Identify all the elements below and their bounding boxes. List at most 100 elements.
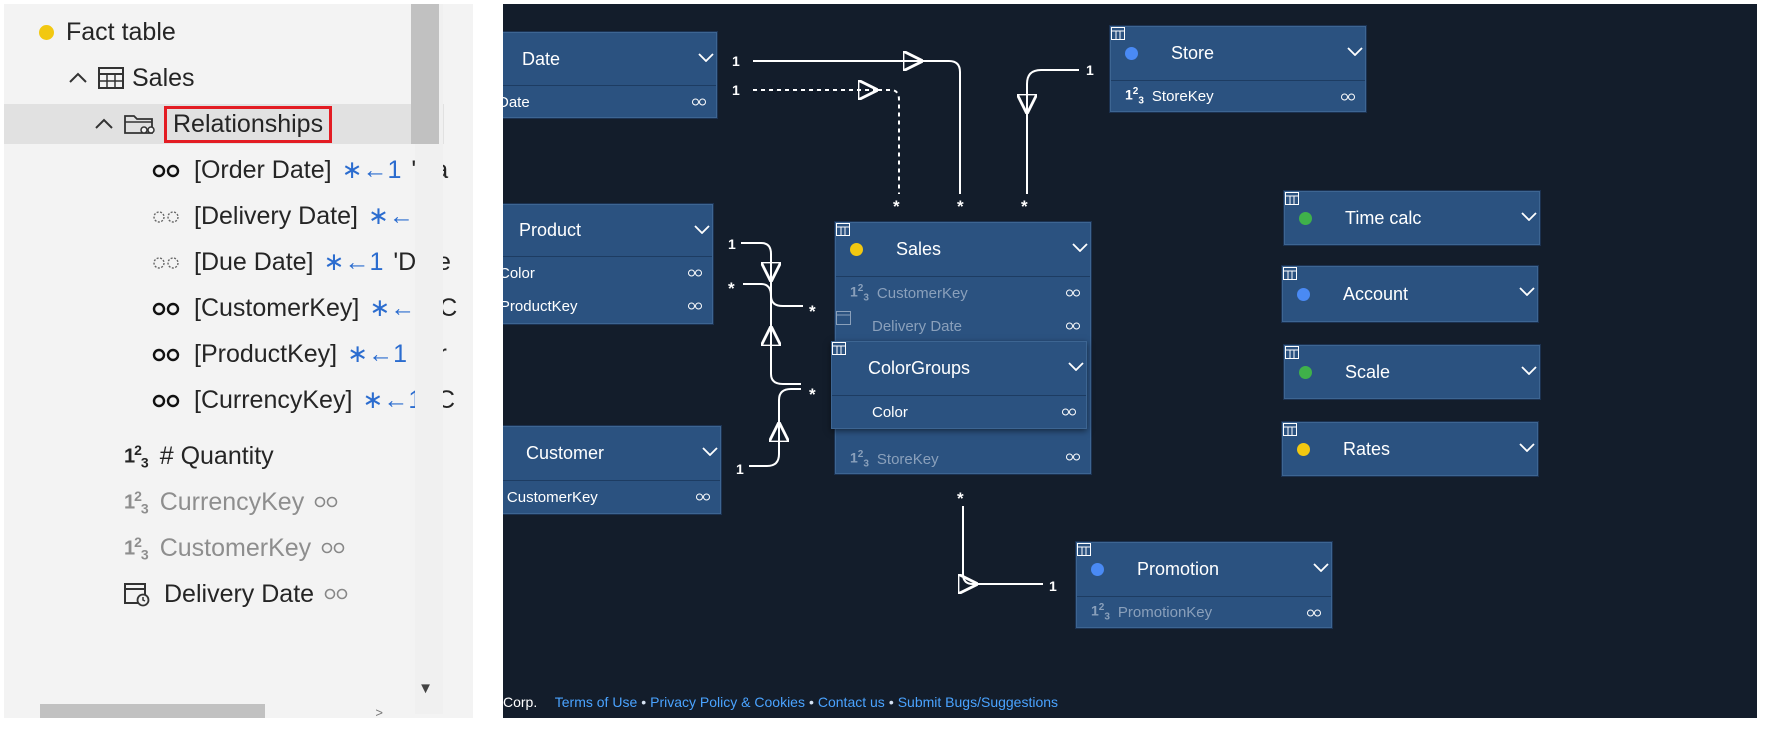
cardinality-one-label: 1 xyxy=(732,53,740,69)
table-card-scale[interactable]: Scale xyxy=(1284,345,1540,399)
green-dot-icon xyxy=(1299,365,1312,379)
relationship-line-customer-sales[interactable] xyxy=(749,442,780,467)
relationships-label: Relationships xyxy=(164,105,333,143)
number-icon: 123 xyxy=(850,283,869,304)
sales-field-storekey: 123 StoreKey xyxy=(836,441,1090,478)
table-icon xyxy=(98,67,124,89)
table-card-rates[interactable]: Rates xyxy=(1282,422,1538,476)
folder-relationship-icon xyxy=(124,112,156,136)
table-card-promotion[interactable]: Promotion 123 PromotionKey xyxy=(1076,542,1332,628)
inactive-relationship-icon xyxy=(152,248,180,277)
relationship-line-product-sales[interactable] xyxy=(741,242,772,262)
cardinality-one-label: 1 xyxy=(736,461,744,477)
table-name: Time calc xyxy=(1345,207,1422,228)
tree-item-label: Sales xyxy=(132,63,195,92)
number-icon: 123 xyxy=(1125,85,1144,107)
relationship-field: [CustomerKey] xyxy=(194,293,360,322)
cardinality-many-label: * xyxy=(957,489,964,508)
vertical-scrollbar-thumb[interactable] xyxy=(411,4,439,144)
footer-prefix: Corp. xyxy=(503,694,538,710)
cardinality-many-label: * xyxy=(957,197,964,216)
scroll-down-arrow-icon[interactable]: ▼ xyxy=(418,680,433,697)
table-icon xyxy=(503,224,511,237)
field-name: Color xyxy=(872,403,908,421)
chevron-up-icon[interactable] xyxy=(66,72,90,84)
active-relationship-icon xyxy=(152,294,180,323)
table-icon xyxy=(1283,423,1335,456)
scroll-right-arrow-icon[interactable]: > xyxy=(375,705,383,718)
relationship-field: [Due Date] xyxy=(194,247,314,276)
number-icon: 123 xyxy=(1091,601,1110,623)
calendar-icon xyxy=(836,311,864,333)
table-card-store[interactable]: Store 123 StoreKey xyxy=(1110,26,1366,112)
relationship-link-icon xyxy=(321,542,345,554)
cardinality-many-to-one: ∗←1 xyxy=(362,386,423,414)
table-name: Rates xyxy=(1343,438,1391,459)
column-name: CustomerKey xyxy=(159,533,312,562)
table-name: Account xyxy=(1343,283,1409,304)
field-name: Color xyxy=(503,265,535,282)
column-name: Delivery Date xyxy=(164,579,315,608)
table-name: Product xyxy=(519,220,582,240)
table-card-account[interactable]: Account xyxy=(1282,266,1538,322)
calendar-table-icon xyxy=(503,53,514,66)
relationship-field: [ProductKey] xyxy=(194,339,338,368)
table-icon xyxy=(1283,267,1335,301)
relationship-field: [CurrencyKey] xyxy=(194,385,353,414)
table-card-product[interactable]: Product Color 123ProductKey xyxy=(503,204,713,324)
cardinality-one-label: 1 xyxy=(1086,62,1094,78)
table-name: Promotion xyxy=(1137,559,1220,579)
relationship-line-store-sales[interactable] xyxy=(1026,69,1079,102)
yellow-dot-icon xyxy=(39,24,54,40)
active-relationship-icon xyxy=(152,340,180,369)
horizontal-scrollbar-thumb[interactable] xyxy=(40,704,265,718)
table-card-colorgroups[interactable]: ColorGroups Color xyxy=(831,341,1087,429)
field-name: StoreKey xyxy=(876,451,939,468)
relationship-line-product-colorgroups[interactable] xyxy=(743,283,772,326)
yellow-dot-icon xyxy=(1297,442,1310,456)
field-name: Date xyxy=(503,93,530,111)
privacy-policy-link[interactable]: Privacy Policy & Cookies xyxy=(650,694,805,710)
table-name: Sales xyxy=(896,239,942,259)
cardinality-many-label: * xyxy=(809,302,816,321)
blue-dot-icon xyxy=(1297,287,1310,301)
blue-dot-icon xyxy=(1091,563,1104,576)
cardinality-many-label: * xyxy=(728,279,735,298)
active-relationship-icon xyxy=(152,386,180,415)
number-icon: 123 xyxy=(124,533,149,563)
field-name: ProductKey xyxy=(503,298,578,315)
calendar-icon xyxy=(124,581,150,607)
footer-links: Corp. Terms of Use • Privacy Policy & Cook… xyxy=(503,694,1058,710)
table-icon xyxy=(504,447,518,460)
yellow-dot-icon xyxy=(850,243,863,256)
footer-separator: • xyxy=(641,694,647,710)
green-dot-icon xyxy=(1299,211,1312,225)
model-diagram-canvas[interactable]: 1 1 * * * 1 1 * * * 1 * 1 Date Date Stor… xyxy=(503,4,1757,718)
tree-item-relationships[interactable]: Relationships xyxy=(4,104,444,144)
table-icon xyxy=(1285,192,1337,225)
submit-bugs-link[interactable]: Submit Bugs/Suggestions xyxy=(898,694,1058,710)
footer-separator: • xyxy=(888,694,894,710)
table-name: ColorGroups xyxy=(868,358,971,378)
table-card-time-calc[interactable]: Time calc xyxy=(1284,191,1540,245)
field-name: StoreKey xyxy=(1151,87,1214,105)
table-card-customer[interactable]: Customer 123CustomerKey xyxy=(503,426,721,514)
field-name: CustomerKey xyxy=(876,285,968,302)
relationship-field: [Delivery Date] xyxy=(194,201,358,230)
terms-of-use-link[interactable]: Terms of Use xyxy=(555,694,637,710)
cardinality-many-to-one: ∗←1 xyxy=(347,340,407,368)
number-icon: 123 xyxy=(850,449,869,470)
cardinality-one-label: 1 xyxy=(732,82,740,98)
tree-item-fact-table[interactable]: Fact table xyxy=(39,12,473,52)
field-name: CustomerKey xyxy=(506,488,598,506)
table-name: Scale xyxy=(1345,361,1391,382)
field-name: Delivery Date xyxy=(872,318,963,335)
cardinality-many-label: * xyxy=(893,197,900,216)
chevron-up-icon[interactable] xyxy=(92,118,116,130)
table-icon xyxy=(1111,27,1163,60)
contact-us-link[interactable]: Contact us xyxy=(818,694,885,710)
column-name: CurrencyKey xyxy=(159,487,305,516)
relationship-line-promotion-sales[interactable] xyxy=(962,506,978,585)
number-icon: 123 xyxy=(124,441,149,471)
table-card-date[interactable]: Date Date xyxy=(503,32,717,118)
